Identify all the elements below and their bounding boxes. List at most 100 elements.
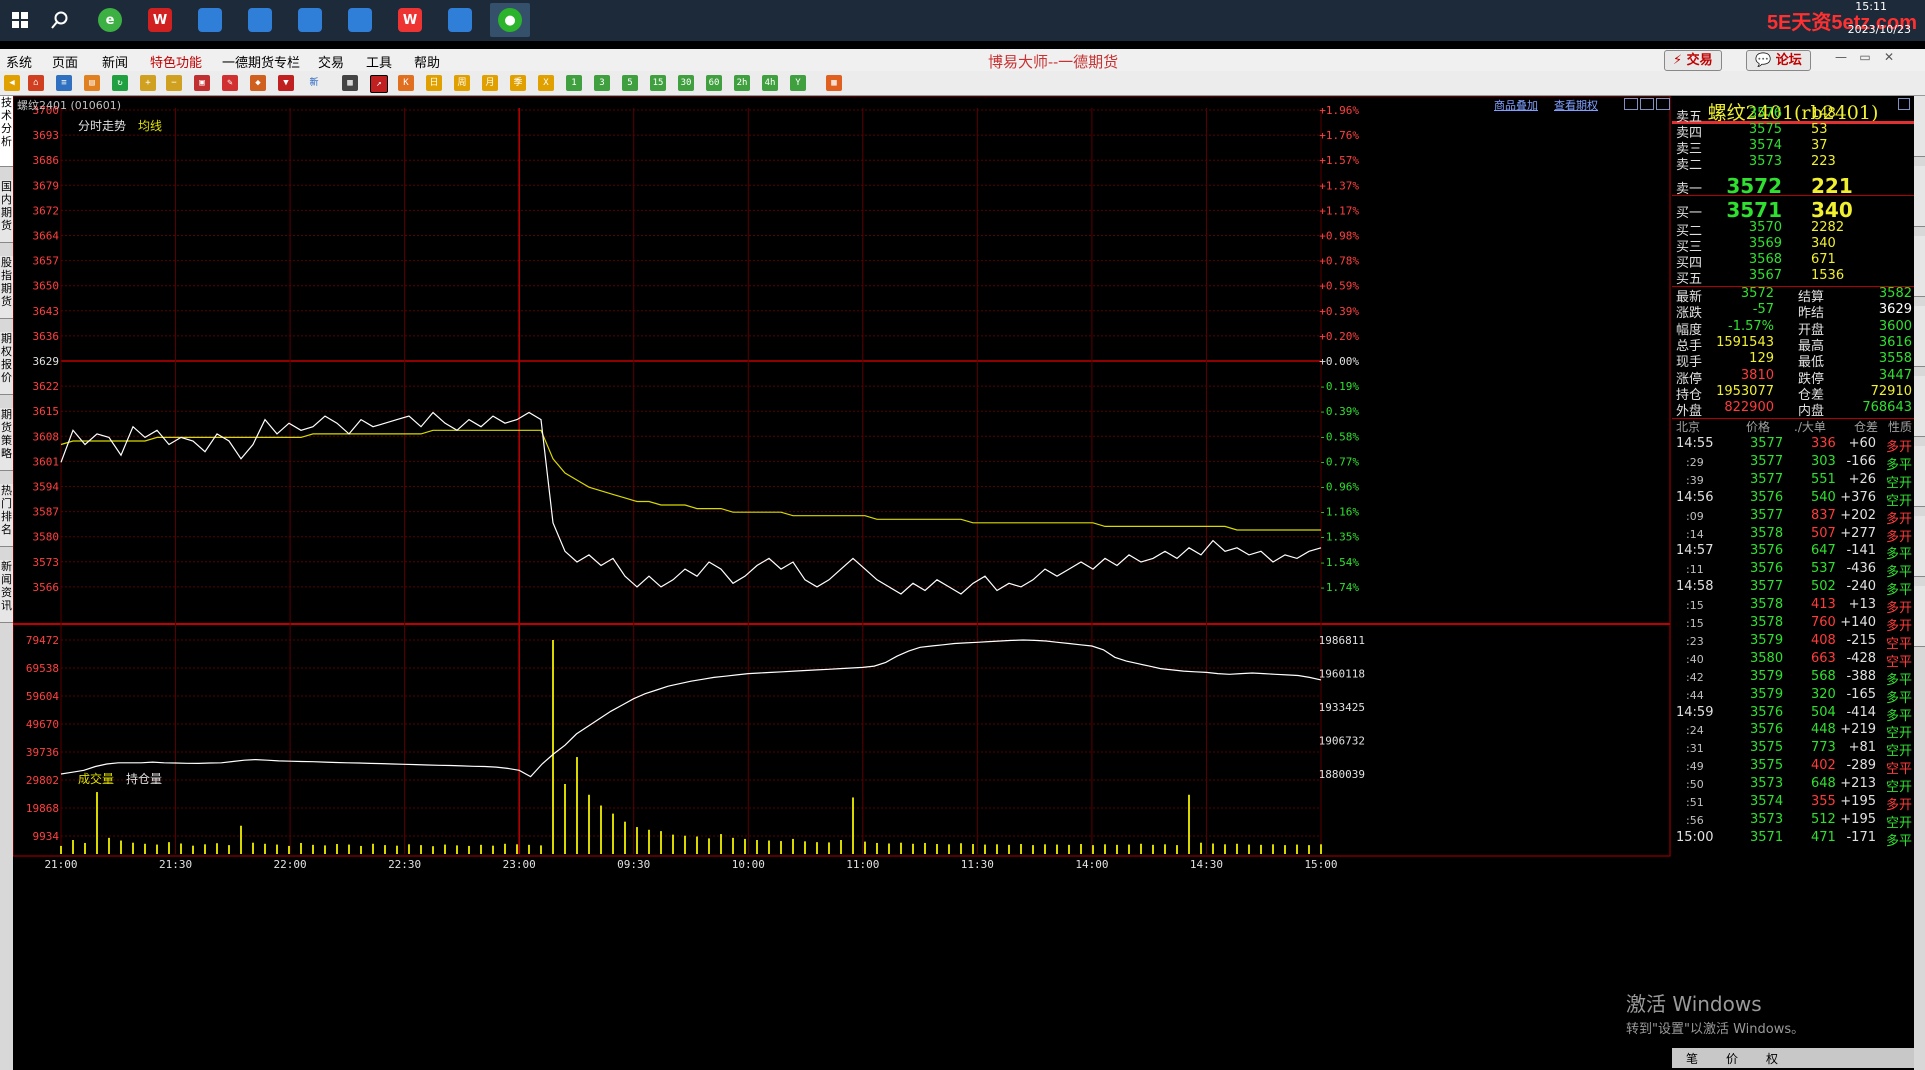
- period-3-icon[interactable]: 3: [594, 75, 610, 91]
- ask-row[interactable]: 卖一 3572 221: [1676, 174, 1912, 198]
- trade-price: 3580: [1750, 650, 1784, 666]
- draw-pen-icon[interactable]: ✎: [222, 75, 238, 91]
- app-window-icon[interactable]: [340, 3, 380, 37]
- right-tab[interactable]: [1914, 306, 1925, 367]
- trade-volume: 355: [1811, 794, 1836, 809]
- tab-hot-ranking[interactable]: 热门排名: [0, 484, 13, 547]
- tab-news-info[interactable]: 新闻资讯: [0, 560, 13, 623]
- trade-price: 3576: [1750, 543, 1784, 559]
- right-tab[interactable]: [1914, 516, 1925, 577]
- menu-news[interactable]: 新闻: [102, 52, 128, 71]
- bid-price: 3570: [1748, 220, 1782, 235]
- quote-list-icon[interactable]: ≡: [56, 75, 72, 91]
- zoom-in-icon[interactable]: +: [140, 75, 156, 91]
- season-period-icon[interactable]: 季: [510, 75, 526, 91]
- app-title: 博易大师--一德期货: [988, 53, 1119, 71]
- price-legend-avg: 均线: [138, 119, 163, 133]
- new-icon[interactable]: 新: [306, 75, 322, 91]
- layout-toggle-icon[interactable]: [1656, 98, 1670, 110]
- period-4h-icon[interactable]: 4h: [762, 75, 778, 91]
- wind-app-icon[interactable]: W: [140, 3, 180, 37]
- restore-icon[interactable]: ▭: [1856, 50, 1874, 66]
- layout-toggle-icon[interactable]: [1640, 98, 1654, 110]
- period-1-icon[interactable]: 1: [566, 75, 582, 91]
- folder-icon[interactable]: ▤: [84, 75, 100, 91]
- bid-volume: 671: [1811, 252, 1836, 267]
- filter-icon[interactable]: ▼: [278, 75, 294, 91]
- intraday-chart[interactable]: 3700 +1.96%3693 +1.76%3686 +1.57%3679 +1.37%…: [13, 96, 1672, 1070]
- tab-ticks[interactable]: 笔: [1686, 1050, 1698, 1067]
- calculator-icon[interactable]: ▦: [826, 75, 842, 91]
- right-tab[interactable]: [1914, 446, 1925, 507]
- price-tick-label: 3672: [33, 204, 60, 217]
- menu-trade[interactable]: 交易: [318, 52, 344, 71]
- link-commodity-overlay[interactable]: 商品叠加: [1494, 97, 1538, 113]
- period-2h-icon[interactable]: 2h: [734, 75, 750, 91]
- zoom-out-icon[interactable]: −: [166, 75, 182, 91]
- ask-price: 3573: [1748, 154, 1782, 169]
- tab-domestic-futures[interactable]: 国内期货: [0, 180, 13, 243]
- close-icon[interactable]: ✕: [1880, 50, 1898, 66]
- ask-row[interactable]: 卖二 3573 223: [1676, 154, 1912, 173]
- app-window-icon[interactable]: [190, 3, 230, 37]
- right-tab[interactable]: [1914, 586, 1925, 647]
- menu-yide-column[interactable]: 一德期货专栏: [222, 52, 300, 71]
- minimize-icon[interactable]: —: [1832, 50, 1850, 66]
- windows-start-icon[interactable]: [0, 3, 40, 37]
- trade-price: 3576: [1750, 489, 1784, 505]
- right-tab[interactable]: [1914, 166, 1925, 227]
- refresh-icon[interactable]: ↻: [112, 75, 128, 91]
- custom-period-icon[interactable]: X: [538, 75, 554, 91]
- tab-index-futures[interactable]: 股指期货: [0, 256, 13, 319]
- browser-icon[interactable]: e: [90, 3, 130, 37]
- intraday-chart-icon[interactable]: ↗: [370, 75, 388, 93]
- trade-price: 3574: [1750, 794, 1784, 809]
- tab-technical-analysis[interactable]: 技术分析: [0, 96, 13, 167]
- trade-row[interactable]: 15:00 3571 471 -171 多平: [1676, 830, 1912, 852]
- clock-date: 2023/10/23: [1847, 23, 1911, 36]
- menu-page[interactable]: 页面: [52, 52, 78, 71]
- tab-price[interactable]: 价: [1726, 1050, 1738, 1067]
- trade-button[interactable]: ⚡ 交易: [1664, 50, 1722, 71]
- wps-icon[interactable]: W: [390, 3, 430, 37]
- app-window-icon[interactable]: [290, 3, 330, 37]
- menu-tools[interactable]: 工具: [366, 52, 392, 71]
- home-icon[interactable]: ⌂: [28, 75, 44, 91]
- period-60-icon[interactable]: 60: [706, 75, 722, 91]
- app-window-icon[interactable]: [240, 3, 280, 37]
- wechat-icon[interactable]: ●: [490, 3, 530, 37]
- period-year-icon[interactable]: Y: [790, 75, 806, 91]
- period-5-icon[interactable]: 5: [622, 75, 638, 91]
- tab-rights[interactable]: 权: [1766, 1050, 1778, 1067]
- system-clock[interactable]: 2023/10/23: [1848, 22, 1911, 37]
- tab-options-quote[interactable]: 期权报价: [0, 332, 13, 395]
- right-tab[interactable]: [1914, 376, 1925, 437]
- period-15-icon[interactable]: 15: [650, 75, 666, 91]
- window-icon[interactable]: ▣: [194, 75, 210, 91]
- right-tab[interactable]: [1914, 96, 1925, 157]
- forum-button[interactable]: 💬 论坛: [1746, 50, 1811, 71]
- search-icon[interactable]: [40, 3, 80, 37]
- day-period-icon[interactable]: 日: [426, 75, 442, 91]
- week-period-icon[interactable]: 周: [454, 75, 470, 91]
- link-view-options[interactable]: 查看期权: [1554, 97, 1598, 113]
- bid-row[interactable]: 买五 3567 1536: [1676, 268, 1912, 287]
- back-arrow-icon[interactable]: ◀: [4, 75, 20, 91]
- month-period-icon[interactable]: 月: [482, 75, 498, 91]
- tab-futures-strategy[interactable]: 期货策略: [0, 408, 13, 471]
- bid-row[interactable]: 买一 3571 340: [1676, 198, 1912, 222]
- menu-system[interactable]: 系统: [6, 52, 32, 71]
- app-window-icon[interactable]: [440, 3, 480, 37]
- period-30-icon[interactable]: 30: [678, 75, 694, 91]
- price-tick-label: 3686: [33, 154, 60, 167]
- menu-special[interactable]: 特色功能: [150, 52, 202, 71]
- pct-tick-label: +0.20%: [1319, 330, 1359, 343]
- trade-oi-change: +195: [1840, 794, 1876, 809]
- trade-price: 3577: [1750, 453, 1784, 469]
- kline-icon[interactable]: K: [398, 75, 414, 91]
- right-tab[interactable]: [1914, 236, 1925, 297]
- layout-toggle-icon[interactable]: [1624, 98, 1638, 110]
- table-view-icon[interactable]: ▦: [342, 75, 358, 91]
- menu-help[interactable]: 帮助: [414, 52, 440, 71]
- eraser-icon[interactable]: ◆: [250, 75, 266, 91]
